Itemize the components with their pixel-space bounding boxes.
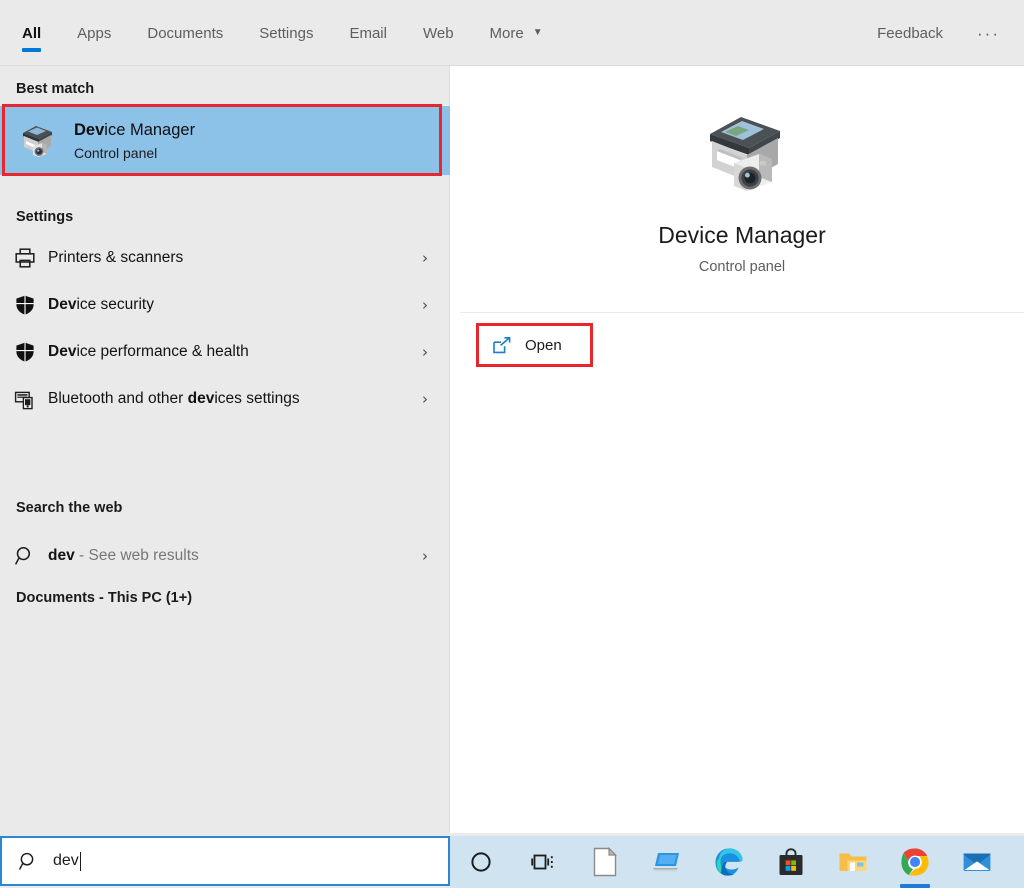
search-input[interactable]: dev <box>0 836 450 886</box>
settings-item-label-rest: ice performance & health <box>76 342 249 360</box>
taskbar <box>450 836 1024 888</box>
search-web-item-label: dev - See web results <box>48 547 422 565</box>
more-options-icon[interactable]: ··· <box>977 25 1006 42</box>
results-list-panel: Best match Device Manager Control panel … <box>0 66 450 833</box>
settings-item-label: Bluetooth and other devices settings <box>48 390 422 408</box>
chevron-right-icon: › <box>422 546 428 565</box>
edge-icon <box>714 847 744 877</box>
settings-item-device-security[interactable]: Device security › <box>0 281 450 328</box>
best-match-title-rest: ice Manager <box>104 120 196 139</box>
chevron-right-icon: › <box>422 342 428 361</box>
tab-apps[interactable]: Apps <box>77 0 111 66</box>
best-match-subtitle: Control panel <box>74 144 158 161</box>
search-web-query: dev <box>48 546 75 564</box>
search-icon <box>14 545 48 567</box>
settings-item-label: Device performance & health <box>48 343 422 361</box>
settings-section-label: Settings <box>16 209 74 225</box>
settings-item-label-post: ices settings <box>214 389 300 407</box>
best-match-section-label: Best match <box>16 81 95 97</box>
filter-tabs: All Apps Documents Settings Email Web Mo… <box>22 0 579 66</box>
remote-desktop-icon <box>652 849 682 875</box>
shield-icon <box>14 294 48 316</box>
task-view-icon <box>531 851 555 873</box>
settings-item-bluetooth-devices[interactable]: Bluetooth and other devices settings › <box>0 375 450 422</box>
settings-item-device-performance-health[interactable]: Device performance & health › <box>0 328 450 375</box>
settings-item-label-bold: Dev <box>48 342 77 360</box>
document-icon <box>592 847 618 877</box>
header-actions: Feedback ··· <box>877 0 1006 66</box>
printer-icon <box>14 247 48 269</box>
chevron-right-icon: › <box>422 295 428 314</box>
taskbar-item-edge[interactable] <box>698 836 760 888</box>
chevron-right-icon: › <box>422 248 428 267</box>
tab-settings-label: Settings <box>259 24 314 42</box>
search-input-value: dev <box>53 852 79 869</box>
tab-all[interactable]: All <box>22 0 42 66</box>
feedback-button[interactable]: Feedback <box>877 25 943 42</box>
search-input-text-wrap: dev <box>53 851 82 871</box>
chrome-icon <box>900 847 930 877</box>
tab-apps-label: Apps <box>77 24 112 42</box>
taskbar-item-document[interactable] <box>574 836 636 888</box>
device-manager-large-icon <box>694 108 790 198</box>
tab-more[interactable]: More ▼ <box>490 0 543 66</box>
taskbar-active-indicator <box>900 884 930 888</box>
taskbar-item-remote-desktop[interactable] <box>636 836 698 888</box>
taskbar-item-file-explorer[interactable] <box>822 836 884 888</box>
chevron-down-icon: ▼ <box>532 27 543 38</box>
best-match-title: Device Manager <box>74 119 195 141</box>
mail-icon <box>962 849 992 875</box>
settings-results-list: Printers & scanners › Device security › <box>0 234 450 422</box>
best-match-result-device-manager[interactable]: Device Manager Control panel <box>0 106 450 175</box>
open-button-label: Open <box>525 336 562 354</box>
search-web-section-label: Search the web <box>16 500 123 516</box>
tab-all-label: All <box>22 24 42 42</box>
shield-icon <box>14 341 48 363</box>
settings-item-label-bold: Dev <box>48 295 77 313</box>
open-button[interactable]: Open <box>478 325 591 365</box>
settings-item-label: Printers & scanners <box>48 248 184 266</box>
file-explorer-icon <box>838 849 868 875</box>
tab-email[interactable]: Email <box>349 0 387 66</box>
search-web-suffix: - See web results <box>74 546 199 564</box>
preview-subtitle: Control panel <box>698 259 786 275</box>
tab-settings[interactable]: Settings <box>259 0 313 66</box>
documents-section-label: Documents - This PC (1+) <box>16 590 193 606</box>
tab-web[interactable]: Web <box>423 0 454 66</box>
search-icon <box>18 851 39 872</box>
preview-title: Device Manager <box>658 222 826 248</box>
device-manager-icon <box>14 122 58 160</box>
taskbar-item-cortana[interactable] <box>450 836 512 888</box>
text-cursor <box>79 851 82 871</box>
windows-search-panel: All Apps Documents Settings Email Web Mo… <box>0 0 1024 888</box>
best-match-text: Device Manager Control panel <box>74 119 195 163</box>
taskbar-item-task-view[interactable] <box>512 836 574 888</box>
search-web-results-list: dev - See web results › <box>0 532 450 579</box>
tab-web-label: Web <box>422 24 454 42</box>
preview-panel: Device Manager Control panel Open <box>450 66 1024 833</box>
settings-item-label-rest: ice security <box>76 295 154 313</box>
taskbar-item-mail[interactable] <box>946 836 1008 888</box>
search-header: All Apps Documents Settings Email Web Mo… <box>0 0 1024 66</box>
search-web-item-dev[interactable]: dev - See web results › <box>0 532 450 579</box>
best-match-title-bold: Dev <box>74 120 105 139</box>
tab-more-label: More <box>489 24 524 42</box>
taskbar-item-chrome[interactable] <box>884 836 946 888</box>
tab-email-label: Email <box>349 24 387 42</box>
tab-documents-label: Documents <box>147 24 224 42</box>
settings-item-label-bold: dev <box>187 389 215 407</box>
preview-card: Device Manager Control panel <box>460 66 1024 313</box>
settings-item-label: Device security <box>48 296 422 314</box>
devices-icon <box>14 388 48 410</box>
taskbar-item-microsoft-store[interactable] <box>760 836 822 888</box>
settings-item-printers-scanners[interactable]: Printers & scanners › <box>0 234 450 281</box>
cortana-icon <box>469 850 493 874</box>
tab-documents[interactable]: Documents <box>147 0 223 66</box>
settings-item-label-pre: Bluetooth and other <box>48 389 188 407</box>
open-external-icon <box>492 336 512 355</box>
chevron-right-icon: › <box>422 389 428 408</box>
microsoft-store-icon <box>777 847 805 877</box>
